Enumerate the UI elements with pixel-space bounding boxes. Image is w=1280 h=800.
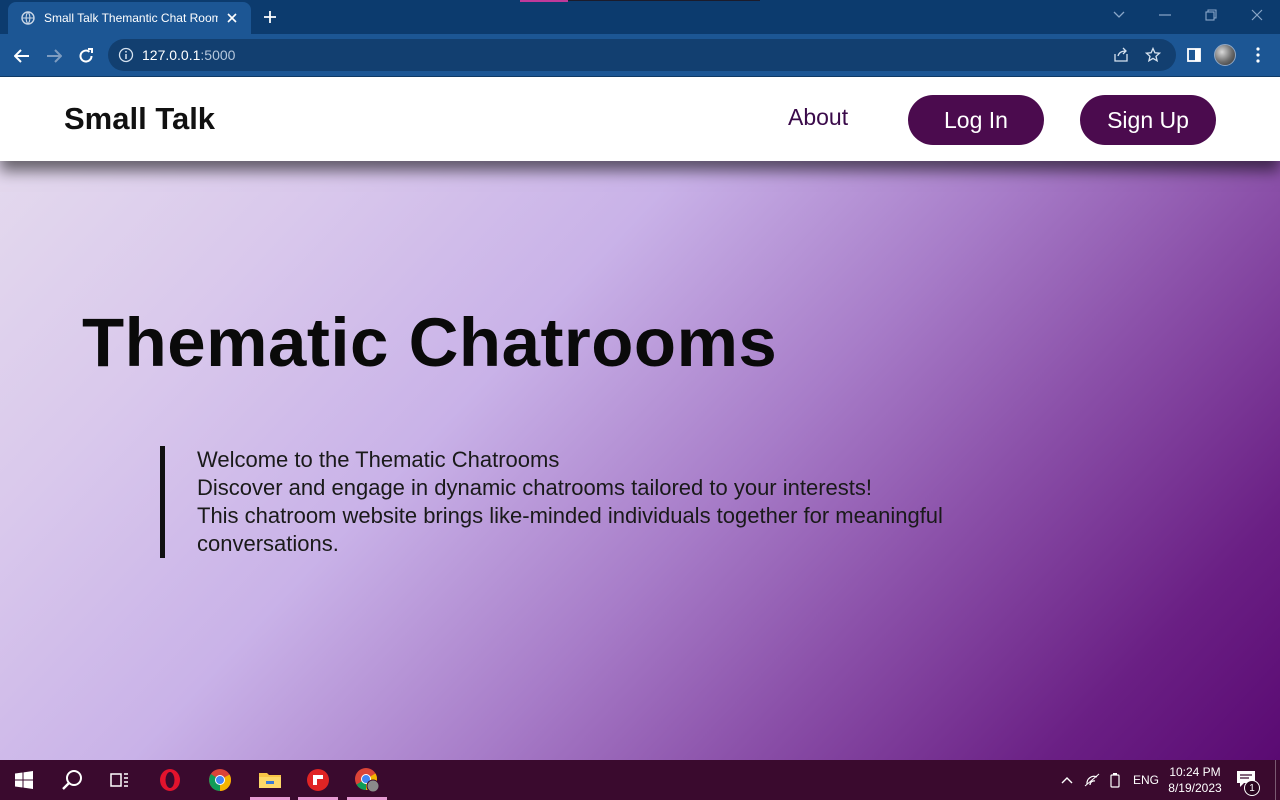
back-button[interactable] (8, 42, 36, 70)
url-text: 127.0.0.1:5000 (142, 47, 235, 63)
page-viewport: Small Talk About Log In Sign Up Thematic… (0, 77, 1280, 760)
url-port: :5000 (200, 47, 236, 63)
tab-strip-accent (520, 0, 568, 2)
windows-start-icon[interactable] (0, 760, 48, 800)
browser-tab[interactable]: Small Talk Themantic Chat Rooms (8, 2, 251, 34)
login-button[interactable]: Log In (908, 95, 1044, 145)
site-header: Small Talk About Log In Sign Up (0, 77, 1280, 161)
more-menu-icon[interactable] (1246, 43, 1270, 67)
nav-about-link[interactable]: About (788, 104, 848, 131)
browser-tab-strip: Small Talk Themantic Chat Rooms (0, 0, 1280, 34)
restore-button[interactable] (1196, 4, 1226, 26)
hero-line: Welcome to the Thematic Chatrooms (197, 447, 560, 472)
forward-button[interactable] (40, 42, 68, 70)
minimize-button[interactable] (1150, 4, 1180, 26)
clock-time: 10:24 PM (1169, 765, 1221, 779)
address-bar[interactable]: 127.0.0.1:5000 (108, 39, 1176, 71)
signup-button[interactable]: Sign Up (1080, 95, 1216, 145)
clock-date: 8/19/2023 (1168, 781, 1222, 795)
close-window-button[interactable] (1242, 4, 1272, 26)
show-desktop-button[interactable] (1275, 760, 1276, 800)
reload-button[interactable] (72, 42, 100, 70)
site-brand[interactable]: Small Talk (64, 101, 215, 137)
wifi-icon[interactable] (1083, 771, 1101, 789)
search-icon[interactable] (48, 760, 96, 800)
chrome-profile-icon[interactable] (343, 760, 391, 800)
notification-badge: 1 (1244, 780, 1260, 796)
hero-title: Thematic Chatrooms (82, 304, 778, 381)
close-icon[interactable] (223, 9, 241, 27)
hero-description: Welcome to the Thematic Chatrooms Discov… (160, 446, 960, 558)
chevron-down-icon[interactable] (1104, 4, 1134, 26)
task-view-icon[interactable] (96, 760, 144, 800)
red-app-icon[interactable] (294, 760, 342, 800)
hero-line: This chatroom website brings like-minded… (197, 503, 943, 556)
chrome-icon[interactable] (196, 760, 244, 800)
battery-icon[interactable] (1106, 771, 1124, 789)
browser-toolbar: 127.0.0.1:5000 (0, 34, 1280, 76)
share-icon[interactable] (1112, 46, 1130, 64)
new-tab-button[interactable] (258, 5, 282, 29)
star-icon[interactable] (1144, 46, 1162, 64)
tab-strip-line (568, 0, 760, 1)
tab-title: Small Talk Themantic Chat Rooms (44, 11, 218, 25)
hero-line: Discover and engage in dynamic chatrooms… (197, 475, 873, 500)
opera-icon[interactable] (146, 760, 194, 800)
language-indicator[interactable]: ENG (1133, 773, 1159, 787)
windows-taskbar: ENG 10:24 PM 8/19/2023 1 (0, 760, 1280, 800)
globe-icon (20, 10, 36, 26)
taskbar-clock[interactable]: 10:24 PM 8/19/2023 (1160, 764, 1230, 796)
side-panel-icon[interactable] (1182, 43, 1206, 67)
info-icon[interactable] (118, 47, 134, 63)
chevron-up-icon[interactable] (1058, 771, 1076, 789)
file-explorer-icon[interactable] (246, 760, 294, 800)
profile-avatar[interactable] (1214, 44, 1236, 66)
url-host: 127.0.0.1 (142, 47, 201, 63)
